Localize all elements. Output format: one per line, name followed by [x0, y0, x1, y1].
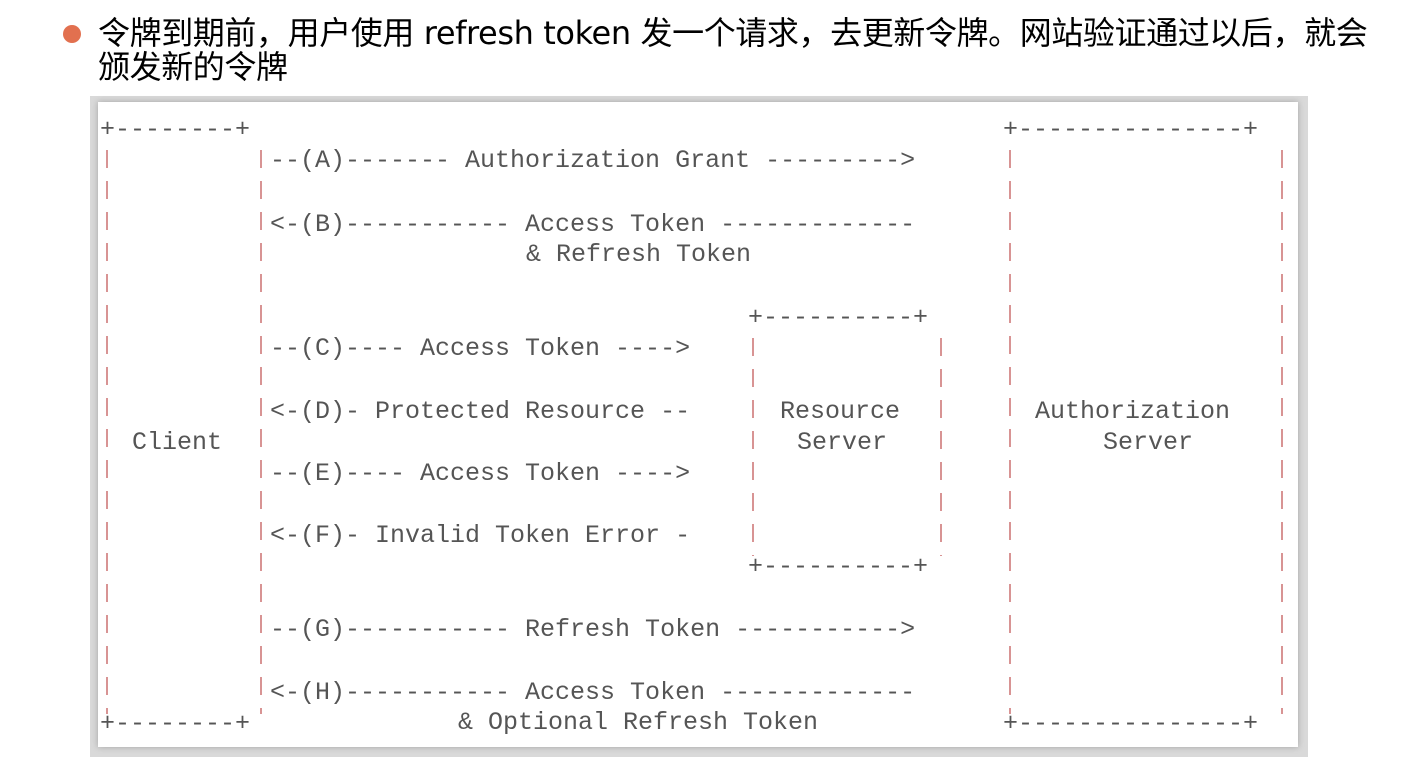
- arrow-f-invalid-token-error: <-(F)- Invalid Token Error -: [270, 521, 690, 550]
- arrow-h-optional-refresh-token-line: & Optional Refresh Token: [458, 708, 818, 737]
- auth-server-label-line2: Server: [1103, 428, 1193, 457]
- resource-server-label-line1: Resource: [780, 397, 900, 426]
- arrow-a-authorization-grant: --(A)------- Authorization Grant -------…: [270, 146, 915, 175]
- client-box-top-border: +--------+: [100, 115, 250, 144]
- diagram-frame: +--------+ +--------+ Client +----------…: [90, 96, 1308, 757]
- auth-box-top-border: +---------------+: [1003, 115, 1258, 144]
- oauth-refresh-token-diagram: +--------+ +--------+ Client +----------…: [98, 102, 1298, 747]
- arrow-b-access-token: <-(B)----------- Access Token ----------…: [270, 210, 915, 239]
- arrow-d-protected-resource: <-(D)- Protected Resource --: [270, 397, 690, 426]
- arrow-g-refresh-token: --(G)----------- Refresh Token ---------…: [270, 615, 915, 644]
- resource-box-top-border: +----------+: [748, 303, 928, 332]
- auth-server-label-line1: Authorization: [1035, 397, 1230, 426]
- auth-box-bottom-border: +---------------+: [1003, 709, 1258, 738]
- client-box-bottom-border: +--------+: [100, 709, 250, 738]
- arrow-b-refresh-token-line: & Refresh Token: [526, 240, 751, 269]
- authorization-server-box: +---------------+ +---------------+ Auth…: [1003, 115, 1283, 738]
- bullet-dot-icon: [63, 25, 81, 43]
- client-box: +--------+ +--------+ Client: [100, 115, 262, 738]
- resource-box-bottom-border: +----------+: [748, 552, 928, 581]
- client-label: Client: [132, 428, 222, 457]
- resource-server-label-line2: Server: [797, 428, 887, 457]
- arrow-c-access-token: --(C)---- Access Token ---->: [270, 334, 690, 363]
- bullet-text: 令牌到期前，用户使用 refresh token 发一个请求，去更新令牌。网站验…: [98, 14, 1368, 86]
- ascii-flow-svg: +--------+ +--------+ Client +----------…: [100, 115, 1283, 738]
- resource-server-box: +----------+ +----------+ Resource Serve…: [748, 303, 942, 581]
- arrow-e-access-token: --(E)---- Access Token ---->: [270, 459, 690, 488]
- arrow-h-access-token: <-(H)----------- Access Token ----------…: [270, 678, 915, 707]
